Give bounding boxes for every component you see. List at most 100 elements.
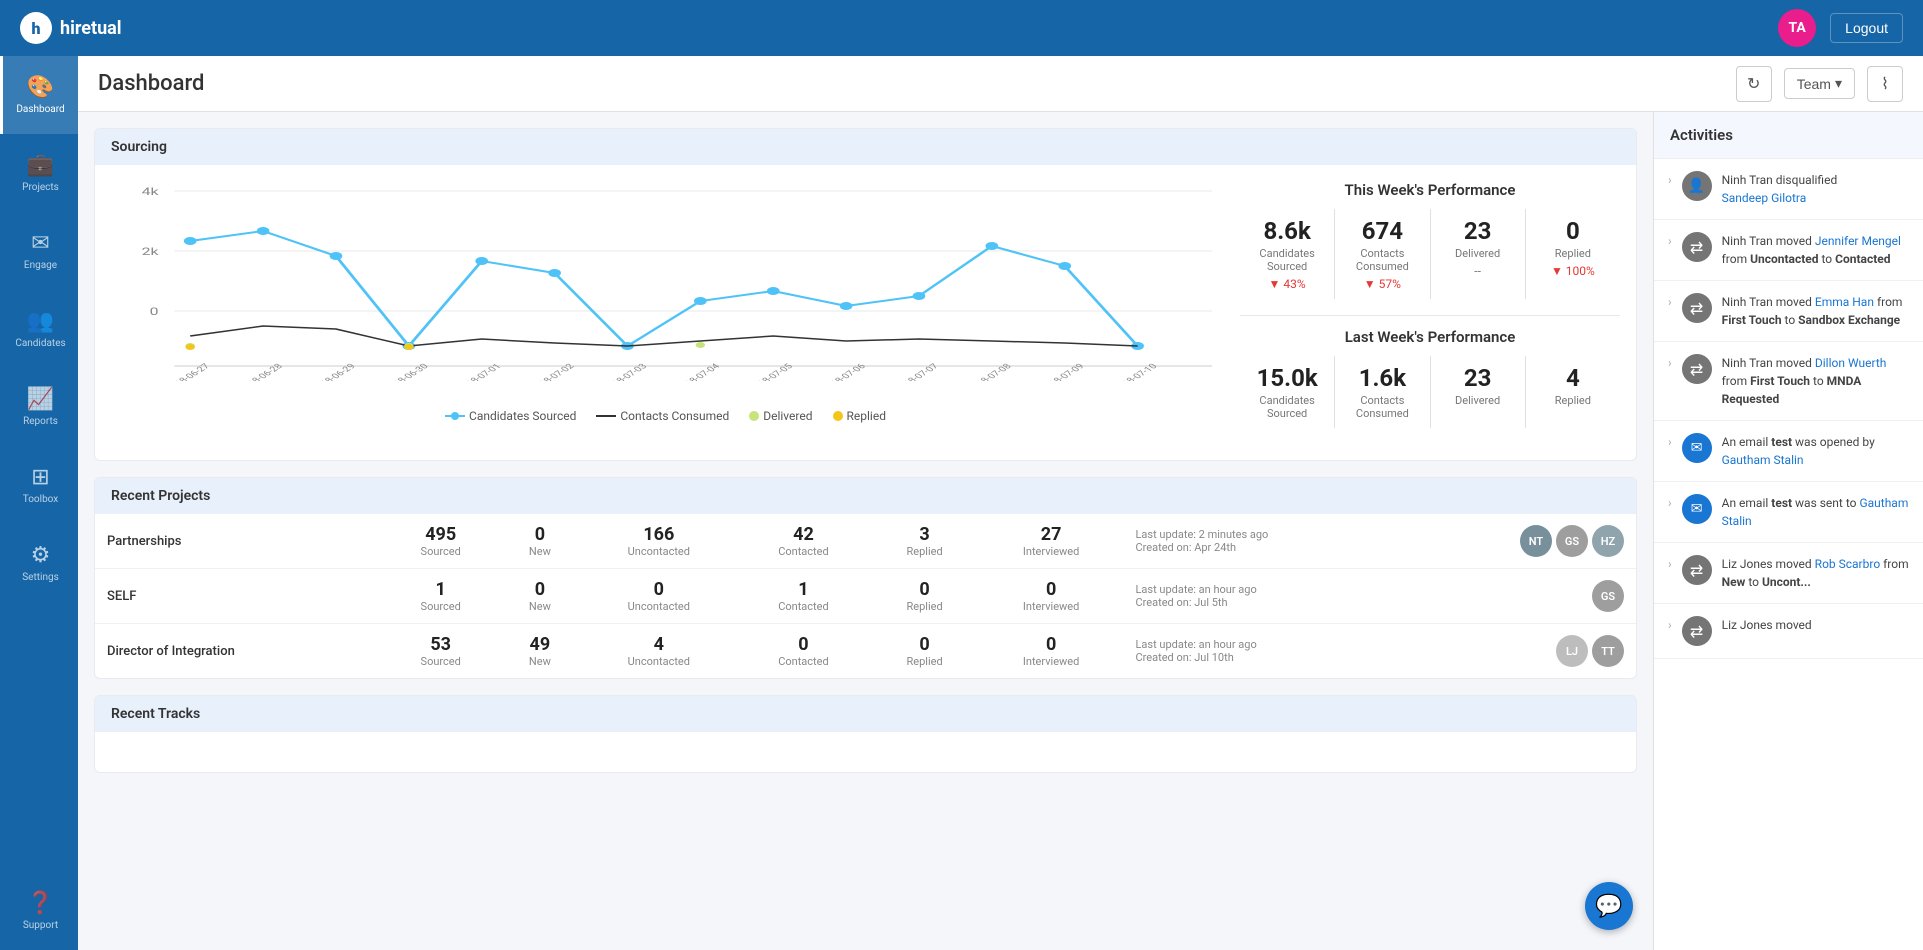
self-sourced: 1 Sourced (383, 569, 499, 624)
partnerships-uncontacted: 166 Uncontacted (581, 514, 736, 569)
expand-icon: › (1668, 618, 1672, 646)
global-header: h hiretual TA Logout (0, 0, 1923, 56)
engage-icon: ✉ (31, 231, 49, 256)
partnerships-avatars: NT GS HZ (1406, 514, 1636, 569)
self-new: 0 New (499, 569, 582, 624)
self-interviewed: 0 Interviewed (979, 569, 1124, 624)
svg-text:2018-07-10: 2018-07-10 (1111, 362, 1160, 381)
sidebar-item-support[interactable]: ❓ Support (0, 872, 78, 950)
self-avatars: GS (1406, 569, 1636, 624)
last-week-title: Last Week's Performance (1240, 328, 1620, 346)
logout-button[interactable]: Logout (1830, 13, 1903, 43)
this-week-candidates: 8.6k CandidatesSourced ▼ 43% (1240, 209, 1335, 299)
email-icon: ✉ (1682, 433, 1712, 463)
team-dropdown-button[interactable]: Team ▾ (1784, 68, 1855, 99)
sidebar-item-engage[interactable]: ✉ Engage (0, 212, 78, 290)
activity-text: Liz Jones moved Rob Scarbro from New to … (1722, 555, 1909, 591)
sidebar-item-projects[interactable]: 💼 Projects (0, 134, 78, 212)
doi-sourced: 53 Sourced (383, 624, 499, 679)
chat-bubble[interactable]: 💬 (1585, 882, 1633, 930)
partnerships-meta: Last update: 2 minutes ago Created on: A… (1124, 514, 1406, 569)
doi-new: 49 New (499, 624, 582, 679)
activity-link[interactable]: Gautham Stalin (1722, 496, 1909, 528)
activity-link[interactable]: Dillon Wuerth (1815, 356, 1886, 370)
activity-item[interactable]: › ⇄ Liz Jones moved Rob Scarbro from New… (1654, 543, 1923, 604)
activity-link[interactable]: Emma Han (1815, 295, 1874, 309)
svg-text:2k: 2k (142, 247, 159, 258)
table-row: Partnerships 495 Sourced 0 New (95, 514, 1636, 569)
activity-text: An email test was opened by Gautham Stal… (1722, 433, 1909, 469)
chart-toggle-button[interactable]: ⌇ (1867, 66, 1903, 102)
activity-item[interactable]: › ⇄ Ninh Tran moved Emma Han from First … (1654, 281, 1923, 342)
activity-item[interactable]: › ⇄ Ninh Tran moved Dillon Wuerth from F… (1654, 342, 1923, 421)
last-week-candidates-value: 15.0k (1244, 364, 1330, 392)
svg-text:2018-07-01: 2018-07-01 (455, 362, 504, 381)
table-row: Director of Integration 53 Sourced 49 Ne… (95, 624, 1636, 679)
recent-tracks-body (95, 732, 1636, 772)
activity-text: Ninh Tran moved Emma Han from First Touc… (1722, 293, 1909, 329)
activity-item[interactable]: › ⇄ Liz Jones moved (1654, 604, 1923, 659)
sidebar-label-settings: Settings (22, 572, 59, 583)
candidates-icon: 👥 (27, 309, 54, 334)
activity-link[interactable]: Gautham Stalin (1722, 453, 1804, 467)
performance-area: This Week's Performance 8.6k CandidatesS… (1240, 181, 1620, 444)
self-contacted: 1 Contacted (736, 569, 870, 624)
activity-text: Ninh Tran disqualified Sandeep Gilotra (1722, 171, 1838, 207)
move-icon: ⇄ (1682, 555, 1712, 585)
avatar-hz: HZ (1592, 525, 1624, 557)
reports-icon: 📈 (27, 387, 54, 412)
sidebar-label-support: Support (23, 920, 58, 931)
activity-link[interactable]: Jennifer Mengel (1815, 234, 1901, 248)
sidebar-item-settings[interactable]: ⚙ Settings (0, 524, 78, 602)
app-logo: h hiretual (20, 12, 122, 44)
svg-text:2018-07-08: 2018-07-08 (965, 362, 1014, 381)
project-name-partnerships: Partnerships (95, 514, 383, 569)
activity-link[interactable]: Sandeep Gilotra (1722, 191, 1807, 205)
settings-icon: ⚙ (31, 543, 51, 568)
sidebar-item-candidates[interactable]: 👥 Candidates (0, 290, 78, 368)
avatar-tt: TT (1592, 635, 1624, 667)
dashboard-icon: 🎨 (27, 75, 54, 100)
svg-text:2018-07-05: 2018-07-05 (747, 362, 796, 381)
activity-link[interactable]: Rob Scarbro (1815, 557, 1880, 571)
activity-item[interactable]: › ✉ An email test was sent to Gautham St… (1654, 482, 1923, 543)
recent-projects-header: Recent Projects (95, 478, 1636, 514)
email-icon: ✉ (1682, 494, 1712, 524)
this-week-delivered-change: -- (1435, 264, 1521, 278)
sidebar-item-dashboard[interactable]: 🎨 Dashboard (0, 56, 78, 134)
partnerships-replied: 3 Replied (870, 514, 978, 569)
app-name: hiretual (60, 18, 122, 39)
self-replied: 0 Replied (870, 569, 978, 624)
this-week-contacts: 674 ContactsConsumed ▼ 57% (1335, 209, 1430, 299)
last-week-contacts: 1.6k ContactsConsumed (1335, 356, 1430, 428)
this-week-performance: This Week's Performance 8.6k CandidatesS… (1240, 181, 1620, 299)
project-name-doi: Director of Integration (95, 624, 383, 679)
this-week-replied: 0 Replied ▼ 100% (1526, 209, 1620, 299)
svg-text:2018-07-02: 2018-07-02 (528, 362, 577, 381)
sidebar-item-reports[interactable]: 📈 Reports (0, 368, 78, 446)
legend-contacts: Contacts Consumed (596, 409, 729, 423)
sourcing-chart-svg: 4k 2k 0 (111, 181, 1220, 381)
activity-item[interactable]: › ⇄ Ninh Tran moved Jennifer Mengel from… (1654, 220, 1923, 281)
last-week-delivered: 23 Delivered (1431, 356, 1526, 428)
refresh-button[interactable]: ↻ (1736, 66, 1772, 102)
svg-text:2018-07-06: 2018-07-06 (820, 362, 869, 381)
last-week-contacts-value: 1.6k (1339, 364, 1425, 392)
sourcing-chart-area: 4k 2k 0 (111, 181, 1220, 444)
last-week-delivered-value: 23 (1435, 364, 1521, 392)
user-avatar[interactable]: TA (1778, 9, 1816, 47)
sidebar-item-toolbox[interactable]: ⊞ Toolbox (0, 446, 78, 524)
page-header: Dashboard ↻ Team ▾ ⌇ (78, 56, 1923, 112)
activity-item[interactable]: › ✉ An email test was opened by Gautham … (1654, 421, 1923, 482)
self-meta: Last update: an hour ago Created on: Jul… (1124, 569, 1406, 624)
svg-text:2018-07-04: 2018-07-04 (674, 362, 723, 381)
svg-text:2018-07-03: 2018-07-03 (601, 362, 650, 381)
chart-legend: Candidates Sourced Contacts Consumed Del… (111, 409, 1220, 423)
team-label: Team (1797, 76, 1831, 92)
avatar-lj: LJ (1556, 635, 1588, 667)
partnerships-new: 0 New (499, 514, 582, 569)
activity-item[interactable]: › 👤 Ninh Tran disqualified Sandeep Gilot… (1654, 159, 1923, 220)
svg-text:2018-07-07: 2018-07-07 (892, 362, 941, 381)
sidebar-label-reports: Reports (23, 416, 58, 427)
this-week-replied-value: 0 (1530, 217, 1616, 245)
